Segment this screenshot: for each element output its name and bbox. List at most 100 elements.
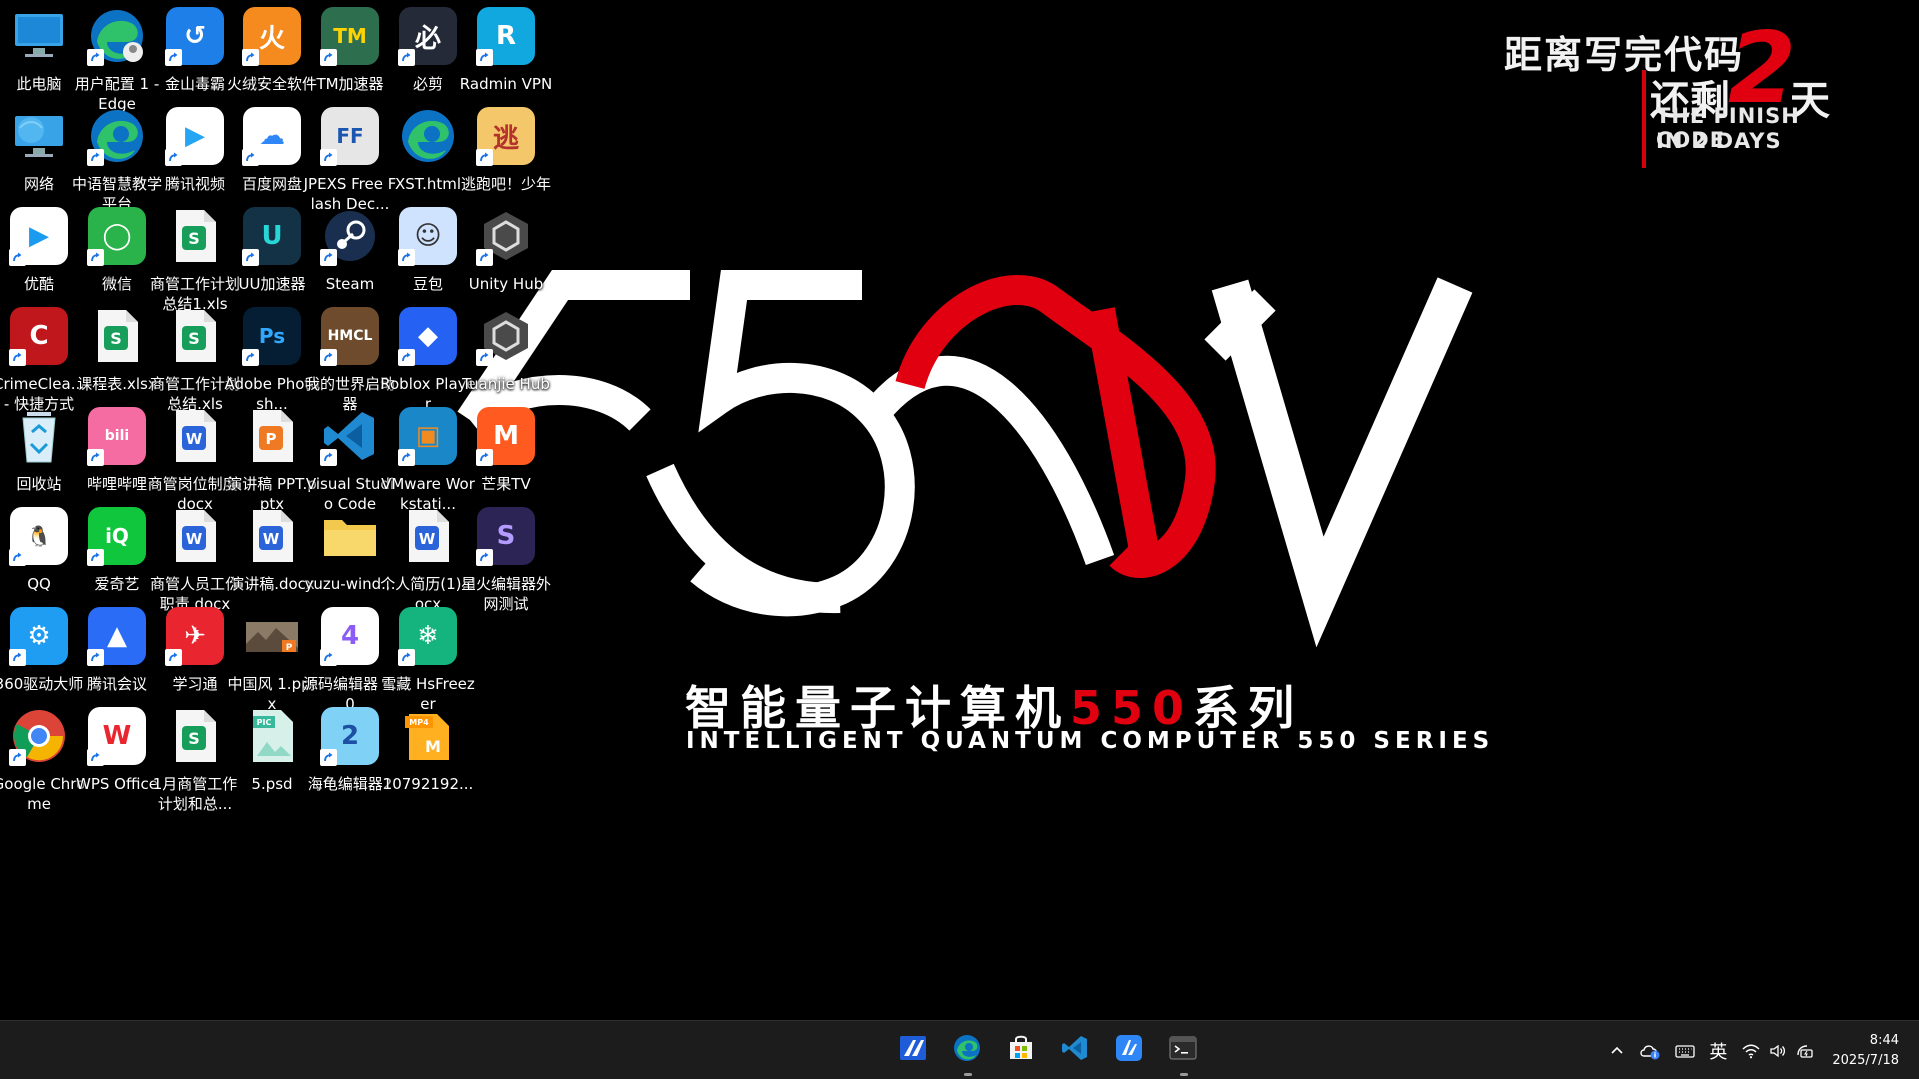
- shortcut-arrow-icon: [398, 349, 415, 366]
- shortcut-arrow-icon: [398, 449, 415, 466]
- shortcut-arrow-icon: [398, 49, 415, 66]
- wps-icon: W: [87, 706, 147, 766]
- chevron-up-icon: [1611, 1046, 1623, 1054]
- mp4-file-icon: MP4 M: [398, 706, 458, 766]
- vscode-icon: [1061, 1034, 1089, 1067]
- mango-tv-icon: M: [476, 406, 536, 466]
- svg-text:M: M: [425, 737, 441, 756]
- countdown-banner: 距离写完代码 还剩 2 天 THE FINISH CODE IN 2 DAYS: [1500, 12, 1840, 168]
- shortcut-arrow-icon: [476, 449, 493, 466]
- shortcut-arrow-icon: [320, 449, 337, 466]
- svg-text:S: S: [110, 329, 122, 348]
- clock-time: 8:44: [1869, 1032, 1899, 1048]
- driver-master-icon: ⚙: [9, 606, 69, 666]
- recycle-bin-icon: [9, 406, 69, 466]
- uu-accelerator-icon: U: [242, 206, 302, 266]
- shortcut-arrow-icon: [87, 749, 104, 766]
- tencent-meeting-icon: ▲: [87, 606, 147, 666]
- svg-text:W: W: [186, 530, 203, 548]
- taskbar-terminal-button[interactable]: [1156, 1021, 1210, 1079]
- running-indicator: [1180, 1073, 1188, 1076]
- taskbar-vscode-button[interactable]: [1048, 1021, 1102, 1079]
- edge-html-icon: [398, 106, 458, 166]
- shortcut-arrow-icon: [320, 349, 337, 366]
- shortcut-arrow-icon: [87, 249, 104, 266]
- shortcut-arrow-icon: [476, 49, 493, 66]
- clock-button[interactable]: 8:44 2025/7/18: [1822, 1031, 1919, 1071]
- svg-text:P: P: [286, 643, 293, 653]
- desktop-icon-label: Radmin VPN: [459, 75, 553, 93]
- shortcut-arrow-icon: [476, 349, 493, 366]
- computer-icon: [9, 6, 69, 66]
- app-a-icon: [899, 1035, 927, 1066]
- word-doc-icon: W: [242, 506, 302, 566]
- unity-icon: [476, 206, 536, 266]
- svg-text:MP4: MP4: [409, 718, 429, 727]
- svg-text:PIC: PIC: [257, 718, 272, 727]
- psd-file-icon: PIC: [242, 706, 302, 766]
- word-doc-icon: W: [165, 506, 225, 566]
- youku-icon: ▶: [9, 206, 69, 266]
- shortcut-arrow-icon: [320, 749, 337, 766]
- spreadsheet-icon: S: [87, 306, 147, 366]
- taskbar-store-button[interactable]: [994, 1021, 1048, 1079]
- game-icon: 逃: [476, 106, 536, 166]
- terminal-icon: [1169, 1035, 1197, 1066]
- shortcut-arrow-icon: [242, 249, 259, 266]
- shortcut-arrow-icon: [9, 549, 26, 566]
- jpexs-icon: FF: [320, 106, 380, 166]
- photoshop-icon: Ps: [242, 306, 302, 366]
- shortcut-arrow-icon: [87, 49, 104, 66]
- qq-icon: 🐧: [9, 506, 69, 566]
- desktop-icon-label: Tuanjie Hub: [462, 375, 550, 393]
- series-title-number: 550: [1070, 681, 1194, 735]
- shortcut-arrow-icon: [87, 549, 104, 566]
- taskbar-app-5-button[interactable]: [1102, 1021, 1156, 1079]
- roblox-icon: ◆: [398, 306, 458, 366]
- system-tray: 英 8:44 2025/7/18: [1602, 1021, 1919, 1079]
- battery-charging-icon: [1797, 1044, 1813, 1058]
- shortcut-arrow-icon: [476, 549, 493, 566]
- shortcut-arrow-icon: [320, 649, 337, 666]
- series-title-en: INTELLIGENT QUANTUM COMPUTER 550 SERIES: [686, 728, 1495, 754]
- tray-network-volume-button[interactable]: [1734, 1021, 1822, 1079]
- ime-language-button[interactable]: 英: [1702, 1021, 1734, 1079]
- desktop-icon-label: 芒果TV: [481, 475, 531, 493]
- shortcut-arrow-icon: [242, 349, 259, 366]
- tray-onedrive-button[interactable]: [1632, 1021, 1668, 1079]
- shortcut-arrow-icon: [242, 49, 259, 66]
- unity-icon: [476, 306, 536, 366]
- shortcut-arrow-icon: [87, 649, 104, 666]
- xuexitong-icon: ✈: [165, 606, 225, 666]
- shortcut-arrow-icon: [165, 49, 182, 66]
- edge-icon: [87, 106, 147, 166]
- bilibili-icon: bili: [87, 406, 147, 466]
- taskbar-pinned-apps: [886, 1021, 1210, 1079]
- shortcut-arrow-icon: [87, 449, 104, 466]
- shortcut-arrow-icon: [476, 249, 493, 266]
- radmin-vpn-icon: R: [476, 6, 536, 66]
- code-editor-icon: 4: [320, 606, 380, 666]
- show-hidden-icons-button[interactable]: [1602, 1021, 1632, 1079]
- keyboard-icon: [1675, 1044, 1695, 1058]
- taskbar-app-1-button[interactable]: [886, 1021, 940, 1079]
- hmcl-icon: HMCL: [320, 306, 380, 366]
- wifi-icon: [1742, 1044, 1760, 1058]
- turtle-editor-icon: 2: [320, 706, 380, 766]
- taskbar-edge-button[interactable]: [940, 1021, 994, 1079]
- app-b-icon: [1115, 1034, 1143, 1067]
- shortcut-arrow-icon: [9, 749, 26, 766]
- svg-text:S: S: [188, 329, 200, 348]
- shortcut-arrow-icon: [9, 249, 26, 266]
- tray-keyboard-button[interactable]: [1668, 1021, 1702, 1079]
- series-title-prefix: 智能量子计算机: [685, 681, 1070, 735]
- chrome-icon: [9, 706, 69, 766]
- doubao-icon: ☺: [398, 206, 458, 266]
- desktop-icon-label: 10792192...: [382, 775, 474, 793]
- kingsoft-antivirus-icon: ↺: [165, 6, 225, 66]
- shortcut-arrow-icon: [9, 649, 26, 666]
- folder-icon: [320, 506, 380, 566]
- huorong-icon: 火: [242, 6, 302, 66]
- desktop-icon[interactable]: MP4 M 10792192...: [381, 700, 475, 820]
- spreadsheet-icon: S: [165, 206, 225, 266]
